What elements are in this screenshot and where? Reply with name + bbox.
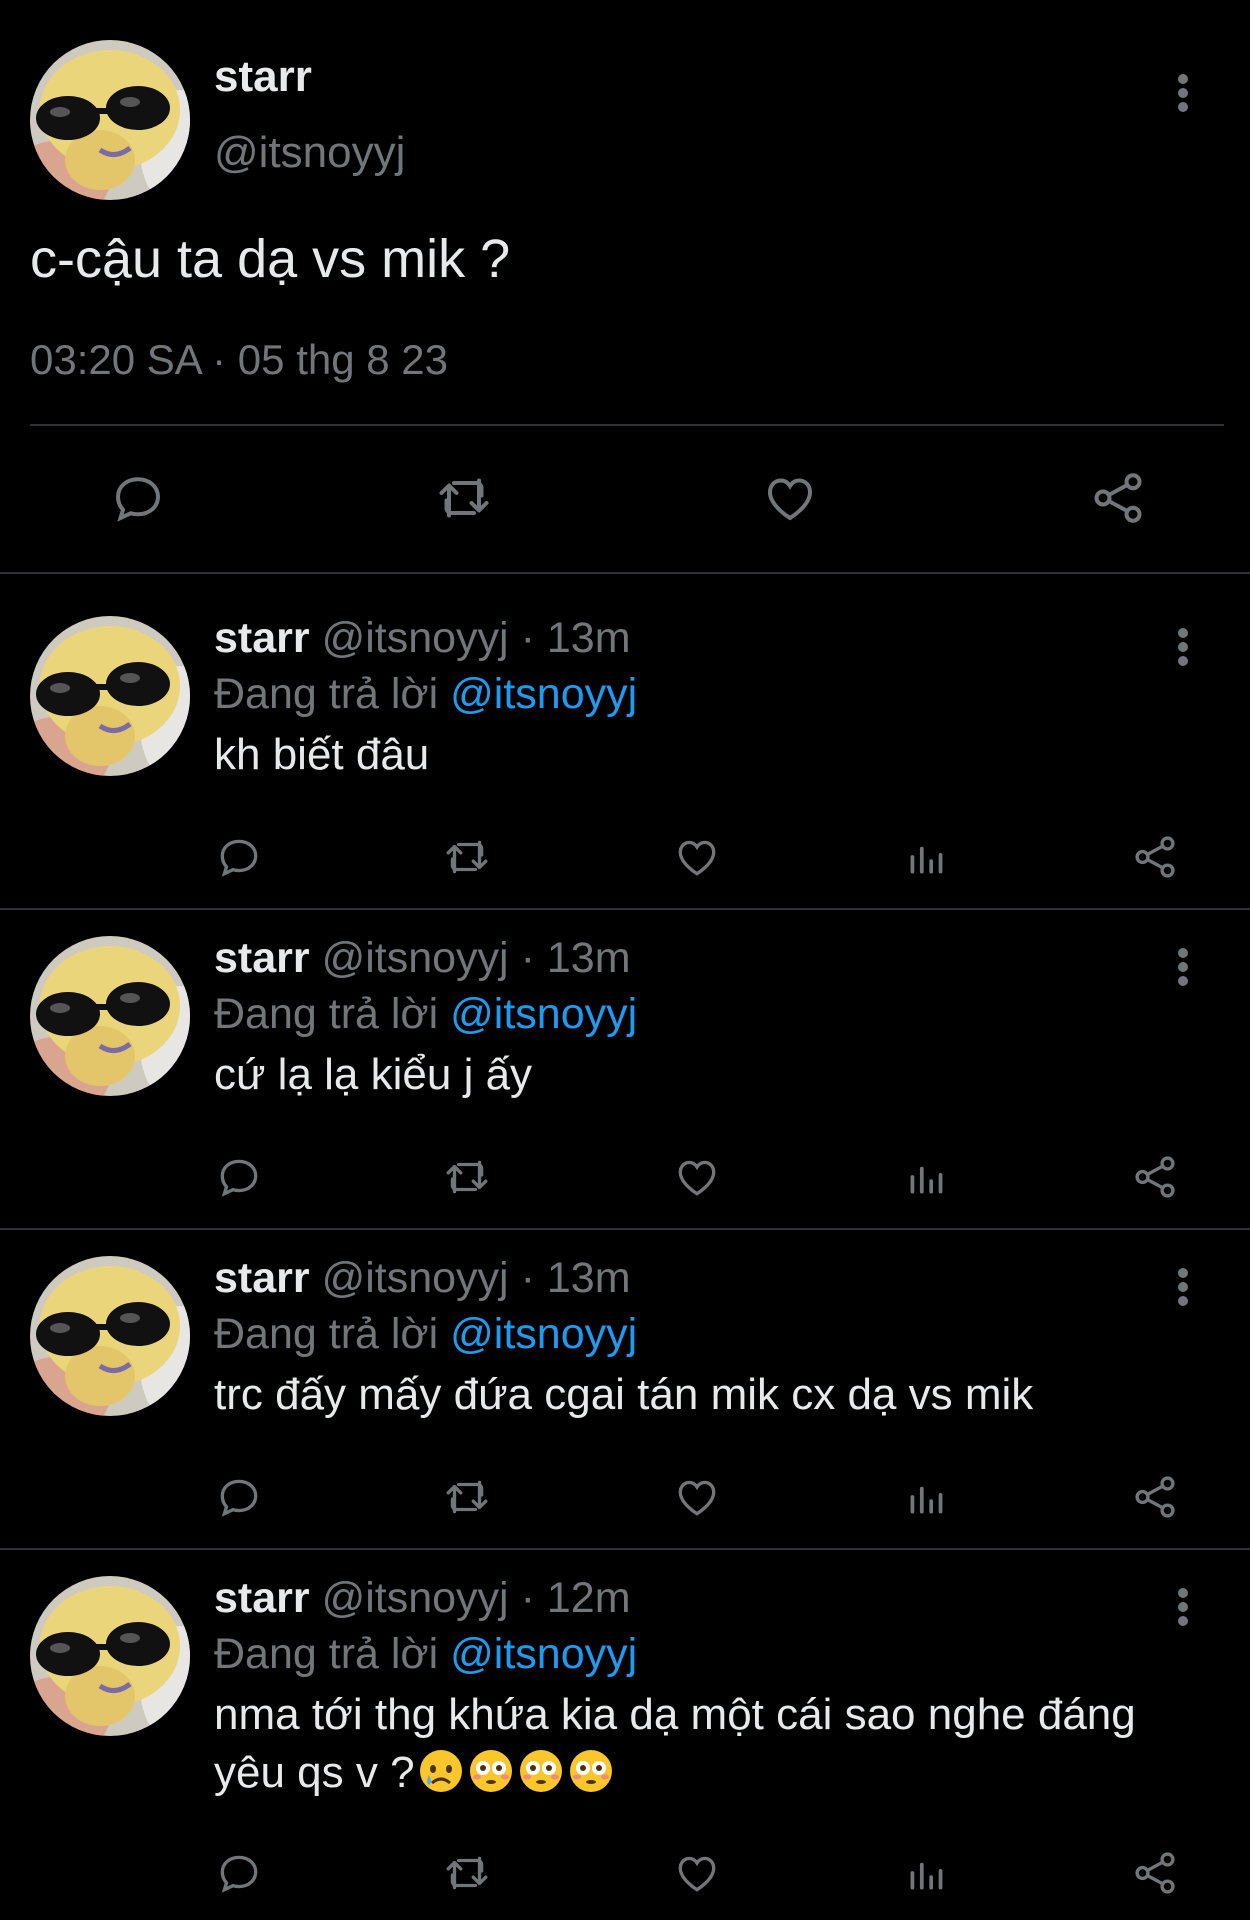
mention-link[interactable]: @itsnoyyj xyxy=(450,1630,637,1678)
share-icon[interactable] xyxy=(1130,1848,1180,1898)
replying-prefix: Đang trả lời xyxy=(214,1310,439,1358)
mention-link[interactable]: @itsnoyyj xyxy=(450,990,637,1038)
views-icon[interactable] xyxy=(902,1472,952,1522)
flushed-emoji xyxy=(567,1747,615,1810)
like-icon[interactable] xyxy=(672,1152,722,1202)
replying-prefix: Đang trả lời xyxy=(214,1630,439,1678)
replying-to: Đang trả lời @itsnoyyj xyxy=(214,670,637,719)
avatar[interactable] xyxy=(30,616,190,776)
mention-link[interactable]: @itsnoyyj xyxy=(450,670,637,718)
relative-time: 13m xyxy=(546,614,631,662)
tweet-text: cứ lạ lạ kiểu j ấy xyxy=(214,1050,533,1099)
reply-icon[interactable] xyxy=(214,832,264,882)
retweet-icon[interactable] xyxy=(440,832,494,882)
reply-icon[interactable] xyxy=(214,1152,264,1202)
avatar[interactable] xyxy=(30,1576,190,1736)
reply-icon[interactable] xyxy=(214,1472,264,1522)
reply-icon[interactable] xyxy=(214,1848,264,1898)
more-options-icon[interactable] xyxy=(1176,1266,1190,1308)
replying-to: Đang trả lời @itsnoyyj xyxy=(214,1310,637,1359)
relative-time: 13m xyxy=(546,934,631,982)
share-icon[interactable] xyxy=(1130,1472,1180,1522)
display-name[interactable]: starr xyxy=(214,52,312,102)
timestamp: 03:20 SA · 05 thg 8 23 xyxy=(30,336,448,383)
more-options-icon[interactable] xyxy=(1176,72,1190,114)
display-name[interactable]: starr xyxy=(214,934,310,982)
more-options-icon[interactable] xyxy=(1176,626,1190,668)
views-icon[interactable] xyxy=(902,1152,952,1202)
tweet-text: trc đấy mấy đứa cgai tán mik cx dạ vs mi… xyxy=(214,1370,1034,1419)
relative-time: 13m xyxy=(546,1254,631,1302)
like-icon[interactable] xyxy=(672,1848,722,1898)
reply-tweet[interactable]: starr @itsnoyyj · 13m Đang trả lời @itsn… xyxy=(0,1230,1250,1550)
share-icon[interactable] xyxy=(1088,468,1148,528)
retweet-icon[interactable] xyxy=(440,1152,494,1202)
handle[interactable]: @itsnoyyj xyxy=(322,1574,509,1622)
reply-header: starr @itsnoyyj · 13m xyxy=(214,614,631,663)
reply-header: starr @itsnoyyj · 13m xyxy=(214,934,631,983)
like-icon[interactable] xyxy=(672,1472,722,1522)
main-tweet: starr @itsnoyyj c-cậu ta dạ vs mik ? 03:… xyxy=(0,0,1250,574)
separator: · xyxy=(520,1254,535,1302)
separator: · xyxy=(520,934,535,982)
divider xyxy=(30,424,1224,426)
display-name[interactable]: starr xyxy=(214,614,310,662)
tweet-text: c-cậu ta dạ vs mik ? xyxy=(30,229,511,289)
handle[interactable]: @itsnoyyj xyxy=(214,128,405,178)
reply-header: starr @itsnoyyj · 13m xyxy=(214,1254,631,1303)
reply-tweet[interactable]: starr @itsnoyyj · 13m Đang trả lời @itsn… xyxy=(0,910,1250,1230)
separator: · xyxy=(520,614,535,662)
reply-tweet[interactable]: starr @itsnoyyj · 12m Đang trả lời @itsn… xyxy=(0,1550,1250,1920)
avatar[interactable] xyxy=(30,40,190,200)
reply-header: starr @itsnoyyj · 12m xyxy=(214,1574,631,1623)
reply-tweet[interactable]: starr @itsnoyyj · 13m Đang trả lời @itsn… xyxy=(0,574,1250,910)
share-icon[interactable] xyxy=(1130,832,1180,882)
handle[interactable]: @itsnoyyj xyxy=(322,614,509,662)
avatar[interactable] xyxy=(30,936,190,1096)
handle[interactable]: @itsnoyyj xyxy=(322,1254,509,1302)
more-options-icon[interactable] xyxy=(1176,1586,1190,1628)
retweet-icon[interactable] xyxy=(432,468,496,528)
display-name[interactable]: starr xyxy=(214,1254,310,1302)
sad-tear-emoji xyxy=(417,1747,465,1810)
tweet-text: kh biết đâu xyxy=(214,730,430,779)
like-icon[interactable] xyxy=(760,468,820,528)
display-name[interactable]: starr xyxy=(214,1574,310,1622)
avatar[interactable] xyxy=(30,1256,190,1416)
flushed-emoji xyxy=(517,1747,565,1810)
mention-link[interactable]: @itsnoyyj xyxy=(450,1310,637,1358)
retweet-icon[interactable] xyxy=(440,1472,494,1522)
more-options-icon[interactable] xyxy=(1176,946,1190,988)
retweet-icon[interactable] xyxy=(440,1848,494,1898)
reply-icon[interactable] xyxy=(108,468,168,528)
share-icon[interactable] xyxy=(1130,1152,1180,1202)
tweet-text: nma tới thg khứa kia dạ một cái sao nghe… xyxy=(214,1686,1214,1810)
relative-time: 12m xyxy=(546,1574,631,1622)
handle[interactable]: @itsnoyyj xyxy=(322,934,509,982)
replying-prefix: Đang trả lời xyxy=(214,990,439,1038)
flushed-emoji xyxy=(467,1747,515,1810)
replying-to: Đang trả lời @itsnoyyj xyxy=(214,990,637,1039)
separator: · xyxy=(520,1574,535,1622)
replying-prefix: Đang trả lời xyxy=(214,670,439,718)
like-icon[interactable] xyxy=(672,832,722,882)
views-icon[interactable] xyxy=(902,832,952,882)
replying-to: Đang trả lời @itsnoyyj xyxy=(214,1630,637,1679)
views-icon[interactable] xyxy=(902,1848,952,1898)
tweet-text-body: nma tới thg khứa kia dạ một cái sao nghe… xyxy=(214,1690,1136,1797)
